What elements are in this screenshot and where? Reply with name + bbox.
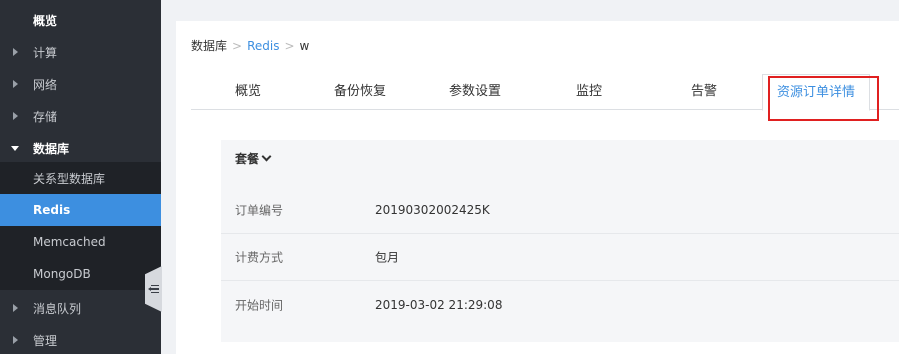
detail-key: 开始时间 <box>235 298 284 312</box>
sidebar-item-storage[interactable]: 存储 <box>0 100 161 132</box>
sidebar-item-overview[interactable]: 概览 <box>0 4 161 36</box>
tab-backup-restore[interactable]: 备份恢复 <box>334 74 386 110</box>
detail-row: 计费方式 包月 <box>221 234 899 281</box>
sidebar-item-label: MongoDB <box>33 267 91 281</box>
detail-row: 开始时间 2019-03-02 21:29:08 <box>221 281 899 328</box>
sidebar-item-label: Redis <box>33 203 71 217</box>
collapse-menu-icon <box>148 284 159 294</box>
chevron-down-icon <box>261 151 272 162</box>
sidebar-item-label: 计算 <box>33 45 58 60</box>
caret-right-icon <box>13 304 18 312</box>
sidebar-item-network[interactable]: 网络 <box>0 68 161 100</box>
sidebar-item-compute[interactable]: 计算 <box>0 36 161 68</box>
detail-value: 包月 <box>375 250 400 265</box>
sidebar: 概览 计算 网络 存储 数据库 关系型数据库 Redis Memcached M… <box>0 0 161 354</box>
tab-alerts[interactable]: 告警 <box>691 74 717 110</box>
sidebar-subitem-relational-db[interactable]: 关系型数据库 <box>0 162 161 194</box>
sidebar-item-label: 存储 <box>33 109 58 124</box>
sidebar-item-database[interactable]: 数据库 <box>0 132 161 164</box>
package-panel-toggle[interactable]: 套餐 <box>235 150 272 167</box>
caret-right-icon <box>13 80 18 88</box>
sidebar-item-label: Memcached <box>33 235 106 249</box>
sidebar-item-label: 消息队列 <box>33 301 82 316</box>
sidebar-item-manage[interactable]: 管理 <box>0 324 161 354</box>
sidebar-item-message-queue[interactable]: 消息队列 <box>0 292 161 324</box>
tab-overview[interactable]: 概览 <box>235 74 261 110</box>
caret-right-icon <box>13 48 18 56</box>
sidebar-item-label: 管理 <box>33 333 58 348</box>
caret-right-icon <box>13 112 18 120</box>
sidebar-item-label: 关系型数据库 <box>33 171 106 186</box>
main-content: 数据库 > Redis > w 概览 备份恢复 参数设置 监控 告警 资源订单详情 套餐… <box>176 21 899 354</box>
detail-value: 20190302002425K <box>375 203 490 217</box>
breadcrumb-instance: w <box>299 39 310 53</box>
sidebar-subitem-mongodb[interactable]: MongoDB <box>0 258 161 290</box>
tab-order-details[interactable]: 资源订单详情 <box>762 74 871 111</box>
tab-bar: 概览 备份恢复 参数设置 监控 告警 资源订单详情 <box>191 74 899 111</box>
sidebar-item-label: 数据库 <box>33 141 70 156</box>
caret-down-icon <box>11 146 19 151</box>
detail-row: 订单编号 20190302002425K <box>221 187 899 234</box>
panel-title: 套餐 <box>235 152 260 166</box>
caret-right-icon <box>13 336 18 344</box>
detail-value: 2019-03-02 21:29:08 <box>375 297 503 312</box>
sidebar-item-label: 概览 <box>33 13 58 28</box>
detail-key: 计费方式 <box>235 250 284 265</box>
tab-monitoring[interactable]: 监控 <box>576 74 602 110</box>
sidebar-item-label: 网络 <box>33 77 58 92</box>
breadcrumb-separator: > <box>284 39 295 53</box>
breadcrumb-service[interactable]: Redis <box>247 39 279 53</box>
breadcrumb-root[interactable]: 数据库 <box>191 39 227 53</box>
tab-parameters[interactable]: 参数设置 <box>449 74 501 110</box>
package-panel: 套餐 订单编号 20190302002425K 计费方式 包月 开始时间 201… <box>221 140 899 342</box>
sidebar-subitem-memcached[interactable]: Memcached <box>0 226 161 258</box>
sidebar-subitem-redis[interactable]: Redis <box>0 194 161 226</box>
breadcrumb-separator: > <box>232 39 243 53</box>
breadcrumb: 数据库 > Redis > w <box>191 37 309 54</box>
detail-key: 订单编号 <box>235 203 284 218</box>
